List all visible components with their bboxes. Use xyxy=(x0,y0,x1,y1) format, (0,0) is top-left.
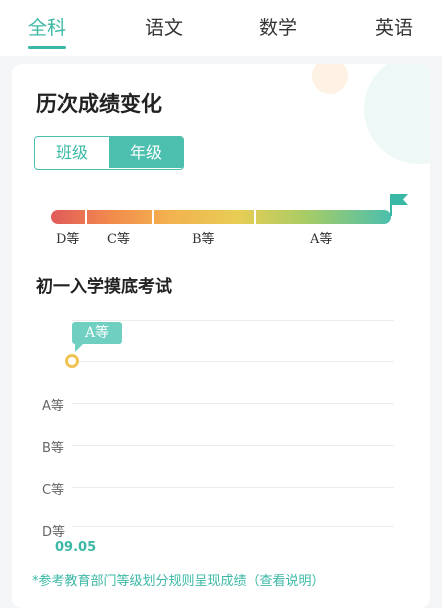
decorative-circle xyxy=(364,64,430,164)
class-toggle-button[interactable]: 班级 xyxy=(35,137,109,168)
y-axis-label: D等 xyxy=(42,525,66,540)
data-point[interactable] xyxy=(65,354,79,368)
chart-gridline xyxy=(72,526,394,527)
chart-gridline xyxy=(72,487,394,488)
chart-gridline xyxy=(72,445,394,446)
x-axis-label: 09.05 xyxy=(55,540,97,555)
scope-toggle: 班级 年级 xyxy=(34,136,184,170)
y-axis-label: B等 xyxy=(42,441,64,456)
chart-gridline xyxy=(72,403,394,404)
tab-all-subjects[interactable]: 全科 xyxy=(22,14,72,42)
grade-gradient xyxy=(51,210,391,224)
grade-toggle-button[interactable]: 年级 xyxy=(109,137,183,168)
y-axis-label: C等 xyxy=(42,483,65,498)
grade-label-a: A等 xyxy=(310,232,333,247)
grading-rule-note[interactable]: *参考教育部门等级划分规则呈现成绩（查看说明） xyxy=(32,570,325,589)
grade-label-d: D等 xyxy=(56,232,80,247)
point-tooltip: A等 xyxy=(72,322,122,344)
decorative-dot xyxy=(312,64,348,94)
grade-divider xyxy=(85,210,87,224)
grade-history-card: 历次成绩变化 班级 年级 D等 C等 B等 A等 初一入学摸底考试 *参考教育部… xyxy=(12,64,430,608)
tab-math[interactable]: 数学 xyxy=(253,14,303,42)
subject-tab-bar: 全科 语文 数学 英语 xyxy=(0,0,442,56)
grade-divider xyxy=(254,210,256,224)
chart-gridline xyxy=(72,320,394,321)
exam-title: 初一入学摸底考试 xyxy=(36,277,172,297)
grade-divider xyxy=(152,210,154,224)
chart-gridline xyxy=(72,361,394,362)
flag-icon xyxy=(390,194,408,216)
card-title: 历次成绩变化 xyxy=(36,92,162,116)
grade-label-c: C等 xyxy=(107,232,130,247)
tab-chinese[interactable]: 语文 xyxy=(139,14,189,42)
grade-scale-bar xyxy=(51,210,391,224)
tooltip-pointer xyxy=(75,344,83,352)
y-axis-label: A等 xyxy=(42,399,64,414)
tab-english[interactable]: 英语 xyxy=(369,14,419,42)
active-tab-indicator xyxy=(28,46,66,49)
grade-label-b: B等 xyxy=(192,232,215,247)
